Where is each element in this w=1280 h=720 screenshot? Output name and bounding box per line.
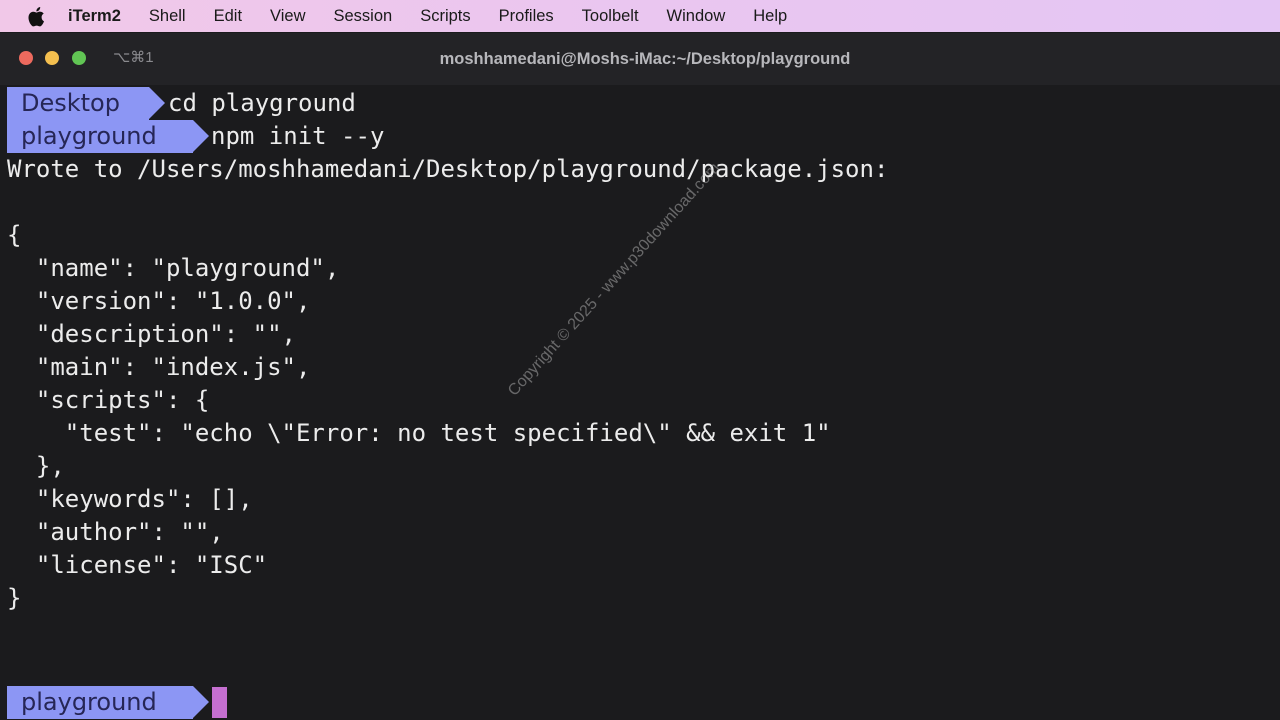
text-cursor[interactable] [212, 687, 227, 718]
prompt-dir: Desktop [21, 89, 120, 117]
output-line: }, [7, 452, 65, 480]
title-bar[interactable]: ⌥⌘1 moshhamedani@Moshs-iMac:~/Desktop/pl… [0, 33, 1280, 85]
output-line: "test": "echo \"Error: no test specified… [7, 419, 831, 447]
menu-toolbelt[interactable]: Toolbelt [582, 7, 639, 26]
output-line: "main": "index.js", [7, 353, 311, 381]
prompt-arrow-icon [149, 87, 165, 119]
prompt-dir-segment: Desktop [7, 87, 165, 120]
menu-window[interactable]: Window [667, 7, 726, 26]
output-line: { [7, 221, 22, 249]
output-line: Wrote to /Users/moshhamedani/Desktop/pla… [7, 155, 889, 183]
apple-logo-icon[interactable] [26, 5, 46, 27]
menu-profiles[interactable]: Profiles [499, 7, 554, 26]
window-title: moshhamedani@Moshs-iMac:~/Desktop/playgr… [439, 50, 851, 68]
prompt-line: playground [7, 686, 1207, 719]
menu-scripts[interactable]: Scripts [420, 7, 470, 26]
menu-help[interactable]: Help [753, 7, 787, 26]
prompt-line: Desktop cd playground [7, 87, 1207, 120]
prompt-dir-segment: playground [7, 120, 209, 153]
prompt-dir: playground [21, 688, 157, 716]
output-line: "version": "1.0.0", [7, 287, 311, 315]
prompt-line: playground npm init --y [7, 120, 1207, 153]
menu-app-name[interactable]: iTerm2 [68, 7, 121, 26]
output-line: "license": "ISC" [7, 551, 268, 579]
output-line: "description": "", [7, 320, 296, 348]
menu-view[interactable]: View [270, 7, 305, 26]
menu-session[interactable]: Session [334, 7, 393, 26]
menu-bar: iTerm2 Shell Edit View Session Scripts P… [0, 0, 1280, 32]
menu-shell[interactable]: Shell [149, 7, 186, 26]
command-text: cd playground [168, 89, 356, 117]
watermark: Copyright © 2025 - www.p30download.com [505, 159, 724, 400]
prompt-arrow-icon [193, 120, 209, 152]
output-line: "keywords": [], [7, 485, 253, 513]
terminal-window: ⌥⌘1 moshhamedani@Moshs-iMac:~/Desktop/pl… [0, 33, 1280, 720]
prompt-dir-segment: playground [7, 686, 209, 719]
output-line: "name": "playground", [7, 254, 340, 282]
command-text: npm init --y [211, 122, 385, 150]
prompt-dir: playground [21, 122, 157, 150]
output-line: "author": "", [7, 518, 224, 546]
prompt-arrow-icon [193, 686, 209, 718]
output-line: "scripts": { [7, 386, 210, 414]
menu-edit[interactable]: Edit [214, 7, 242, 26]
output-line: } [7, 584, 22, 612]
